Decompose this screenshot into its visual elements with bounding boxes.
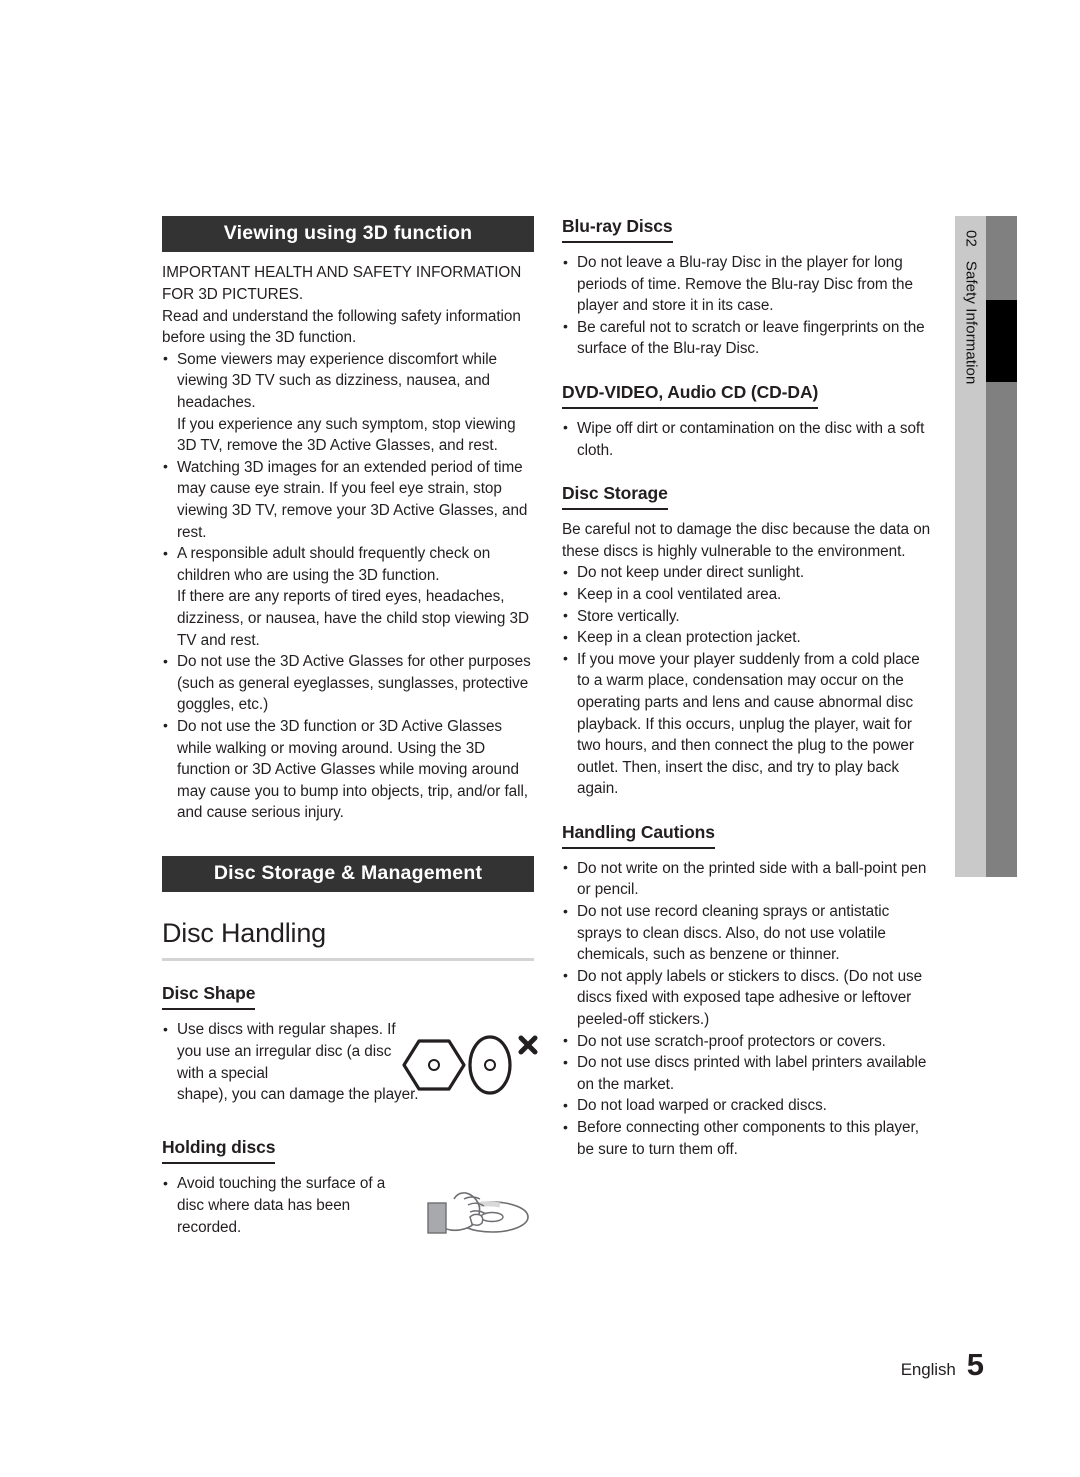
- bullet-text: Do not apply labels or stickers to discs…: [577, 967, 923, 1029]
- disc-shape-block: Use discs with regular shapes. If you us…: [162, 1019, 538, 1115]
- bullet-list-3d-safety: Some viewers may experience discomfort w…: [162, 348, 534, 824]
- hand-holding-disc-illustration: [427, 1192, 529, 1235]
- bullet-text: Before connecting other components to th…: [577, 1119, 919, 1158]
- list-item: Do not use the 3D function or 3D Active …: [162, 715, 534, 824]
- bullet-text: Do not leave a Blu-ray Disc in the playe…: [577, 254, 913, 315]
- footer-language-label: English: [900, 1360, 956, 1379]
- right-column: Blu-ray Discs Do not leave a Blu-ray Dis…: [562, 216, 934, 1160]
- subheading-dvd-audio-cd: DVD-VIDEO, Audio CD (CD-DA): [562, 381, 819, 402]
- bullet-text: Do not use the 3D function or 3D Active …: [177, 717, 529, 822]
- side-tab-chapter-marker: [986, 300, 1017, 382]
- list-item: Before connecting other components to th…: [562, 1116, 934, 1160]
- manual-page: Viewing using 3D function IMPORTANT HEAL…: [0, 0, 1080, 1477]
- bullet-text: Keep in a clean protection jacket.: [577, 629, 801, 647]
- subheading-bluray-discs: Blu-ray Discs: [562, 216, 673, 236]
- list-item: Store vertically.: [562, 605, 934, 628]
- bullet-text: Store vertically.: [577, 607, 680, 625]
- left-column: Viewing using 3D function IMPORTANT HEAL…: [162, 216, 538, 1253]
- bullet-text: Do not load warped or cracked discs.: [577, 1097, 827, 1115]
- subheading-rule: [162, 1008, 256, 1011]
- subheading-handling-cautions-wrap: Handling Cautions: [562, 800, 715, 858]
- list-item: Do not apply labels or stickers to discs…: [562, 965, 934, 1031]
- subheading-rule: [562, 846, 715, 849]
- footer-page-number: 5: [966, 1347, 984, 1382]
- list-item: Do not use record cleaning sprays or ant…: [562, 901, 934, 966]
- list-item: Do not use discs printed with label prin…: [562, 1052, 934, 1095]
- subheading-holding-discs: Holding discs: [162, 1137, 276, 1158]
- bullet-text: Some viewers may experience discomfort w…: [177, 350, 498, 411]
- list-item: Wipe off dirt or contamination on the di…: [562, 417, 934, 461]
- bullet-text: Do not use the 3D Active Glasses for oth…: [177, 653, 531, 714]
- list-item: If you move your player suddenly from a …: [562, 648, 934, 800]
- subheading-rule: [162, 1162, 276, 1165]
- bullet-list-disc-shape: Use discs with regular shapes. If you us…: [162, 1019, 419, 1105]
- intro-paragraph-1: IMPORTANT HEALTH AND SAFETY INFORMATION …: [162, 264, 522, 304]
- list-item: Keep in a clean protection jacket.: [562, 627, 934, 649]
- bullet-text: Do not write on the printed side with a …: [577, 859, 927, 899]
- list-item: Watching 3D images for an extended perio…: [162, 456, 534, 543]
- list-item: Do not keep under direct sunlight.: [562, 562, 934, 584]
- subheading-dvd-audio-cd-wrap: DVD-VIDEO, Audio CD (CD-DA): [562, 360, 818, 418]
- list-item: Be careful not to scratch or leave finge…: [562, 316, 934, 360]
- bullet-list-dvd: Wipe off dirt or contamination on the di…: [562, 417, 934, 461]
- holding-discs-block: Avoid touching the surface of a disc whe…: [162, 1173, 534, 1253]
- disc-storage-intro: Be careful not to damage the disc becaus…: [562, 521, 931, 560]
- list-item: Do not write on the printed side with a …: [562, 857, 934, 901]
- list-item: Use discs with regular shapes. If you us…: [162, 1019, 419, 1105]
- subheading-rule: [562, 508, 668, 511]
- bullet-continuation: If you experience any such symptom, stop…: [177, 415, 516, 455]
- subheading-rule: [562, 406, 819, 409]
- section-banner-3d-viewing: Viewing using 3D function: [162, 216, 534, 253]
- list-item: Keep in a cool ventilated area.: [562, 583, 934, 606]
- subheading-disc-storage-wrap: Disc Storage: [562, 461, 668, 519]
- page-title-disc-handling: Disc Handling: [162, 918, 326, 949]
- list-item: Do not load warped or cracked discs.: [562, 1095, 934, 1117]
- bullet-text: If you move your player suddenly from a …: [577, 650, 920, 798]
- bullet-text: A responsible adult should frequently ch…: [177, 545, 491, 584]
- list-item: Do not use scratch-proof protectors or c…: [562, 1030, 934, 1053]
- intro-paragraph-2: Read and understand the following safety…: [162, 307, 521, 347]
- section-banner-disc-storage: Disc Storage & Management: [162, 855, 534, 893]
- bullet-list-bluray: Do not leave a Blu-ray Disc in the playe…: [562, 252, 934, 360]
- side-tab-chapter-title: Safety Information: [962, 260, 979, 385]
- chapter-side-tab: 02 Safety Information: [955, 216, 1017, 877]
- side-tab-label-area: 02 Safety Information: [955, 216, 986, 877]
- subheading-disc-shape-wrap: Disc Shape: [162, 961, 255, 1019]
- page-footer: English 5: [901, 1349, 984, 1380]
- bullet-list-disc-storage: Do not keep under direct sunlight. Keep …: [562, 562, 934, 800]
- list-item: Do not leave a Blu-ray Disc in the playe…: [562, 252, 934, 317]
- list-item: Do not use the 3D Active Glasses for oth…: [162, 651, 534, 716]
- list-item: A responsible adult should frequently ch…: [162, 543, 534, 651]
- list-item: Some viewers may experience discomfort w…: [162, 348, 534, 457]
- cross-mark-icon: [518, 1035, 538, 1055]
- bullet-text: Do not use discs printed with label prin…: [577, 1054, 927, 1093]
- subheading-bluray-discs-wrap: Blu-ray Discs: [562, 216, 673, 252]
- bullet-text: Wipe off dirt or contamination on the di…: [577, 419, 925, 459]
- bullet-text: Do not use scratch-proof protectors or c…: [577, 1032, 886, 1050]
- side-tab-chapter-number: 02: [962, 230, 979, 247]
- subheading-rule: [562, 241, 673, 243]
- bullet-text: Be careful not to scratch or leave finge…: [577, 318, 925, 358]
- list-item: Avoid touching the surface of a disc whe…: [162, 1173, 410, 1238]
- bullet-list-holding-discs: Avoid touching the surface of a disc whe…: [162, 1173, 410, 1238]
- bullet-text: Do not keep under direct sunlight.: [577, 564, 805, 582]
- subheading-handling-cautions: Handling Cautions: [562, 821, 715, 842]
- bullet-continuation: If there are any reports of tired eyes, …: [177, 588, 529, 649]
- subheading-disc-storage: Disc Storage: [562, 483, 668, 504]
- bullet-text: Use discs with regular shapes. If you us…: [177, 1021, 396, 1082]
- bullet-text: Avoid touching the surface of a disc whe…: [177, 1175, 386, 1236]
- irregular-disc-shapes-illustration: [402, 1035, 538, 1095]
- subheading-holding-discs-wrap: Holding discs: [162, 1115, 276, 1173]
- bullet-list-handling-cautions: Do not write on the printed side with a …: [562, 857, 934, 1160]
- subheading-disc-shape: Disc Shape: [162, 983, 256, 1004]
- bullet-text: Keep in a cool ventilated area.: [577, 585, 782, 603]
- bullet-text: Watching 3D images for an extended perio…: [177, 458, 528, 541]
- bullet-text: Do not use record cleaning sprays or ant…: [577, 903, 890, 964]
